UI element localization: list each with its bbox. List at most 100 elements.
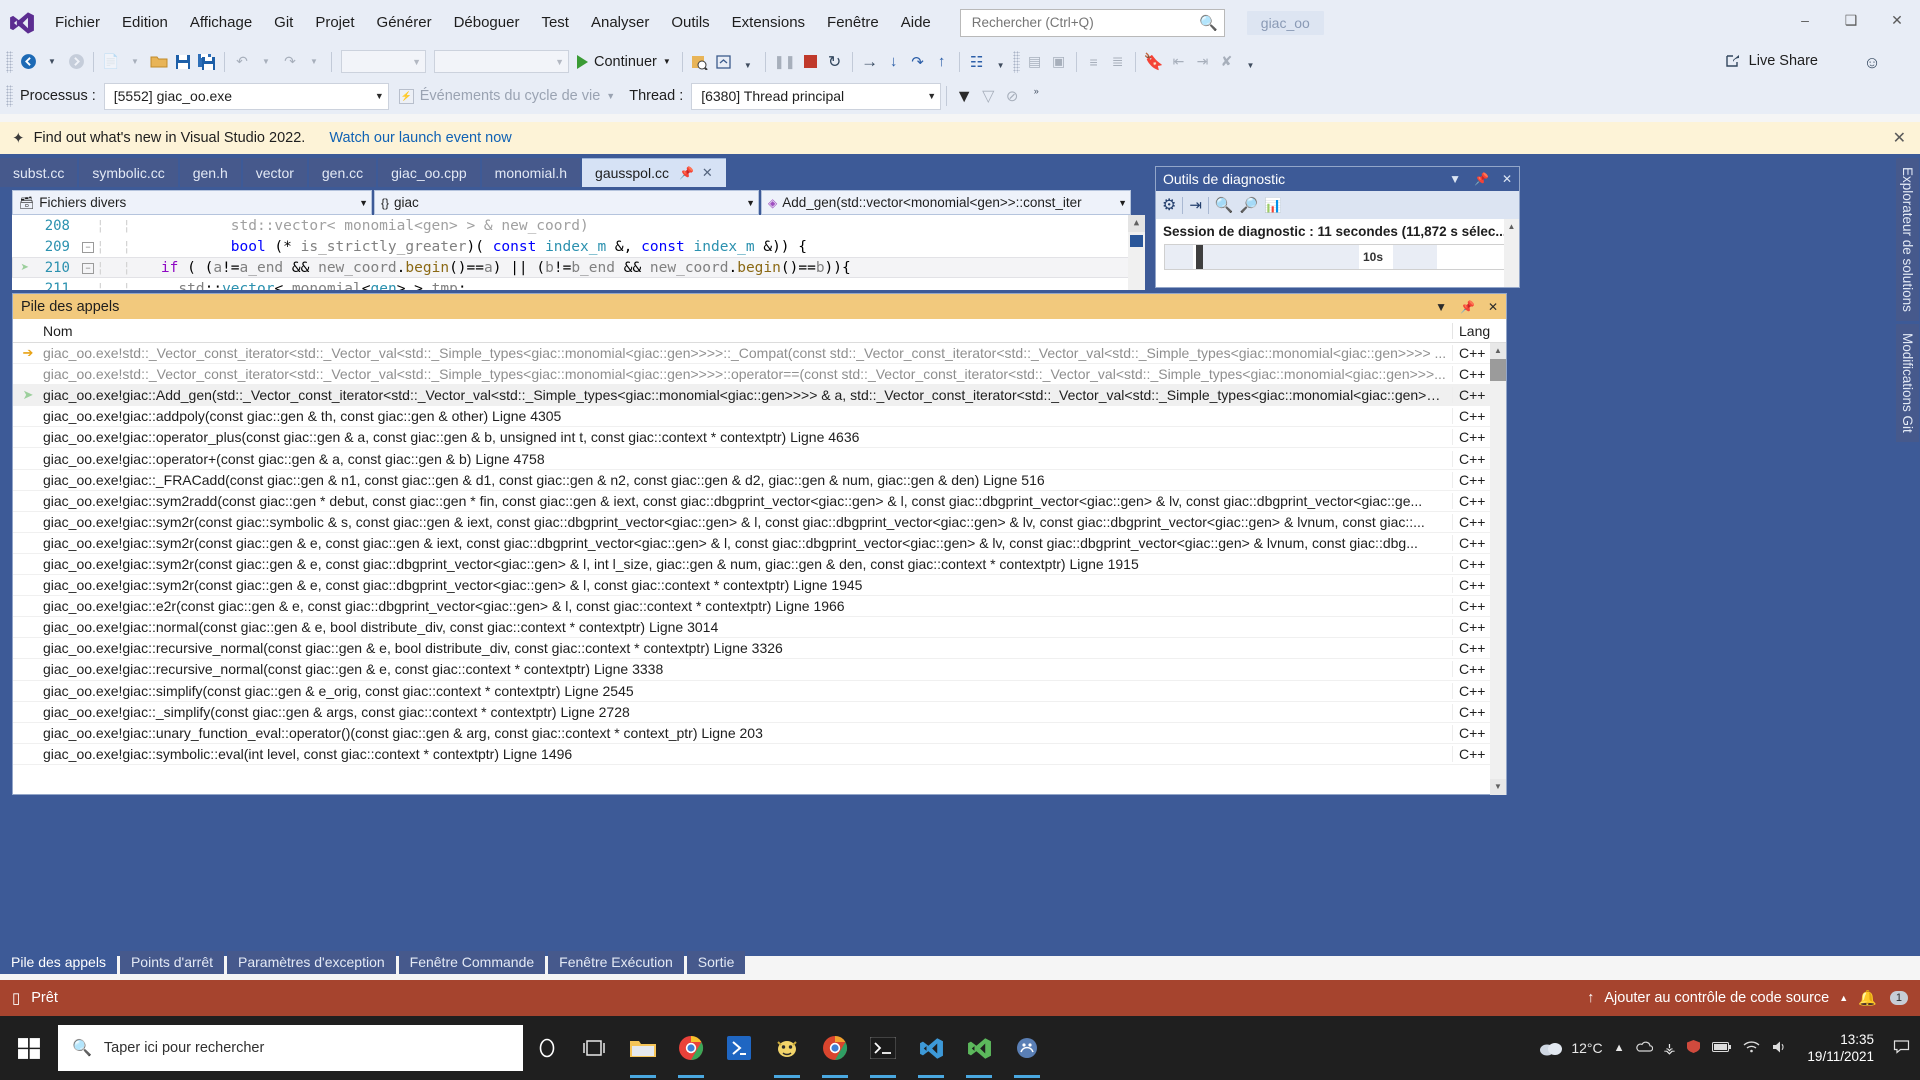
open-file-icon[interactable] — [147, 49, 171, 75]
decrease-indent-icon[interactable]: ≡ — [1082, 49, 1106, 75]
call-stack-row[interactable]: giac_oo.exe!std::_Vector_const_iterator<… — [13, 364, 1506, 386]
navigate-forward-icon[interactable] — [64, 49, 88, 75]
attach-process-icon[interactable] — [688, 49, 712, 75]
search-input[interactable] — [969, 14, 1200, 31]
code-line[interactable]: 208 ¦ ¦ std::vector< monomial<gen> > & ne… — [12, 215, 1145, 236]
stop-debugging-icon[interactable] — [799, 49, 823, 75]
navigate-back-icon[interactable] — [16, 49, 40, 75]
toolbar-grip[interactable] — [6, 50, 13, 73]
save-icon[interactable] — [171, 49, 195, 75]
menu-git[interactable]: Git — [263, 9, 304, 37]
chart-icon[interactable]: 📊 — [1264, 197, 1281, 214]
task-view-icon[interactable] — [571, 1016, 619, 1080]
comment-selection-icon[interactable]: ▤ — [1023, 49, 1047, 75]
fold-toggle-icon[interactable]: − — [80, 262, 96, 274]
new-item-icon[interactable]: 📄 — [99, 49, 123, 75]
call-stack-row[interactable]: giac_oo.exe!giac::_FRACadd(const giac::g… — [13, 470, 1506, 491]
window-menu-icon[interactable]: ▼ — [1449, 172, 1461, 186]
toolbar-overflow-icon[interactable]: ▼ — [1239, 52, 1263, 78]
start-button[interactable] — [0, 1016, 58, 1080]
break-all-icon[interactable]: ❚❚ — [771, 49, 799, 75]
btab-breakpoints[interactable]: Points d'arrêt — [119, 951, 224, 974]
call-stack-row[interactable]: giac_oo.exe!giac::operator+(const giac::… — [13, 448, 1506, 470]
editor-vertical-scrollbar[interactable]: ▲ — [1128, 215, 1145, 290]
taskbar-search-box[interactable]: 🔍 Taper ici pour rechercher — [58, 1025, 523, 1071]
code-line[interactable]: ➤ 210− ¦ ¦ if ( (a!=a_end && new_coord.beg… — [12, 257, 1145, 278]
hot-reload-icon[interactable]: ☷ — [965, 49, 989, 75]
diagnostic-timeline[interactable]: 10s — [1164, 244, 1511, 270]
show-hidden-icons-icon[interactable]: ▲ — [1614, 1042, 1625, 1054]
call-stack-row[interactable]: giac_oo.exe!giac::recursive_normal(const… — [13, 638, 1506, 660]
scroll-up-icon[interactable]: ▲ — [1128, 215, 1145, 232]
menu-test[interactable]: Test — [530, 9, 580, 37]
tab-symbolic-cc[interactable]: symbolic.cc — [79, 158, 178, 187]
continue-dropdown-icon[interactable]: ▼ — [663, 57, 671, 66]
call-stack-row[interactable]: ➔ giac_oo.exe!std::_Vector_const_iterator… — [13, 343, 1506, 365]
call-stack-row[interactable]: giac_oo.exe!giac::sym2r(const giac::gen … — [13, 554, 1506, 576]
tab-subst-cc[interactable]: subst.cc — [0, 158, 78, 187]
restore-icon[interactable]: ❑ — [1828, 0, 1874, 40]
code-editor[interactable]: ↕ 208¦ ¦ std::vector< monomial<gen> > & … — [12, 215, 1145, 290]
vtab-solution-explorer[interactable]: Explorateur de solutions — [1896, 158, 1919, 321]
menu-generer[interactable]: Générer — [366, 9, 443, 37]
menu-edition[interactable]: Edition — [111, 9, 179, 37]
network-icon[interactable] — [1743, 1040, 1760, 1056]
call-stack-row[interactable]: giac_oo.exe!giac::simplify(const giac::g… — [13, 681, 1506, 702]
redo-icon[interactable]: ↷ — [278, 49, 302, 75]
gear-icon[interactable]: ⚙ — [1162, 195, 1176, 215]
code-line[interactable]: 209− ¦ ¦ bool (* is_strictly_greater)( co… — [12, 236, 1145, 257]
export-icon[interactable]: ⇥ — [1189, 196, 1202, 214]
undo-dropdown-icon[interactable]: ▼ — [254, 49, 278, 75]
menu-outils[interactable]: Outils — [660, 9, 720, 37]
btab-immediate-window[interactable]: Fenêtre Exécution — [548, 951, 684, 974]
btab-output[interactable]: Sortie — [686, 951, 746, 974]
fold-toggle-icon[interactable]: − — [80, 241, 96, 253]
terminal-icon[interactable] — [859, 1016, 907, 1080]
bluetooth-icon[interactable]: ⚶ — [1664, 1040, 1676, 1057]
onedrive-icon[interactable] — [1635, 1040, 1653, 1057]
tab-gen-cc[interactable]: gen.cc — [308, 158, 377, 187]
close-icon[interactable]: ✕ — [702, 165, 713, 181]
menu-analyser[interactable]: Analyser — [580, 9, 660, 37]
call-stack-row[interactable]: giac_oo.exe!giac::unary_function_eval::o… — [13, 723, 1506, 744]
save-all-icon[interactable] — [195, 49, 219, 75]
taskbar-clock[interactable]: 13:35 19/11/2021 — [1799, 1031, 1882, 1065]
home-dropdown-icon[interactable]: ▼ — [736, 52, 760, 78]
tab-monomial-h[interactable]: monomial.h — [481, 158, 581, 187]
close-icon[interactable]: ✕ — [1488, 300, 1498, 314]
zoom-out-icon[interactable]: 🔎 — [1240, 196, 1259, 214]
tab-gausspol-cc[interactable]: gausspol.cc 📌 ✕ — [582, 158, 726, 187]
btab-exception-settings[interactable]: Paramètres d'exception — [227, 951, 396, 974]
diagnostic-scrollbar[interactable]: ▲ — [1504, 219, 1519, 287]
close-icon[interactable]: ✕ — [1502, 172, 1512, 186]
zoom-in-icon[interactable]: 🔍 — [1215, 196, 1234, 214]
toolbar-grip-2[interactable] — [1012, 50, 1020, 73]
call-stack-row[interactable]: giac_oo.exe!giac::operator_plus(const gi… — [13, 427, 1506, 449]
next-bookmark-icon[interactable]: ⇥ — [1191, 49, 1215, 75]
menu-extensions[interactable]: Extensions — [721, 9, 816, 37]
volume-icon[interactable] — [1771, 1040, 1788, 1057]
live-share-button[interactable]: Live Share — [1719, 50, 1824, 72]
step-over-icon[interactable]: ↷ — [906, 49, 930, 75]
home-icon[interactable] — [712, 49, 736, 75]
menu-fichier[interactable]: Fichier — [44, 9, 111, 37]
scroll-down-icon[interactable]: ▼ — [1490, 779, 1506, 795]
call-stack-row[interactable]: giac_oo.exe!giac::sym2radd(const giac::g… — [13, 491, 1506, 512]
antivirus-icon[interactable] — [1686, 1039, 1701, 1057]
call-stack-row[interactable]: giac_oo.exe!giac::recursive_normal(const… — [13, 659, 1506, 681]
source-control-dropdown-icon[interactable]: ▲ — [1839, 993, 1848, 1003]
call-stack-row[interactable]: giac_oo.exe!giac::sym2r(const giac::gen … — [13, 575, 1506, 597]
add-to-source-control-label[interactable]: Ajouter au contrôle de code source — [1604, 990, 1829, 1006]
platform-combo[interactable]: ▼ — [434, 50, 569, 73]
stack-frame-filter-icon[interactable]: ▼ — [952, 83, 976, 109]
redo-dropdown-icon[interactable]: ▼ — [302, 49, 326, 75]
uncomment-selection-icon[interactable]: ▣ — [1047, 49, 1071, 75]
pin-icon[interactable]: 📌 — [679, 166, 694, 180]
menu-affichage[interactable]: Affichage — [179, 9, 263, 37]
new-item-dropdown-icon[interactable]: ▼ — [123, 49, 147, 75]
call-stack-row[interactable]: giac_oo.exe!giac::sym2r(const giac::symb… — [13, 512, 1506, 533]
editor-scroll-thumb[interactable] — [1130, 235, 1143, 247]
show-next-statement-icon[interactable]: → — [858, 49, 882, 75]
column-header-lang[interactable]: Lang — [1453, 323, 1490, 339]
bookmark-icon[interactable]: 🔖 — [1141, 49, 1167, 75]
